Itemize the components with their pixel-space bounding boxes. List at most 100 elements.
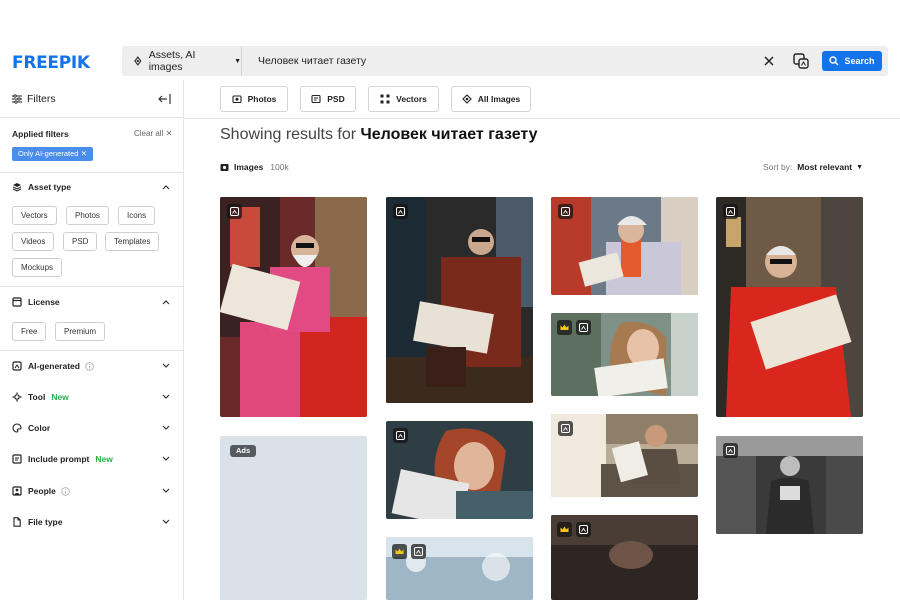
ads-badge: Ads xyxy=(230,445,257,457)
section-license[interactable]: License xyxy=(12,295,60,309)
new-badge: New xyxy=(95,454,113,464)
file-icon xyxy=(13,517,21,527)
section-label: People xyxy=(28,486,56,496)
asset-option-vectors[interactable]: Vectors xyxy=(12,206,57,225)
clear-all-button[interactable]: Clear all ✕ xyxy=(134,129,172,138)
new-badge: New xyxy=(51,392,69,402)
asset-option-icons[interactable]: Icons xyxy=(118,206,156,225)
section-label: Color xyxy=(28,423,51,433)
search-input[interactable] xyxy=(258,46,758,76)
active-filter-chip[interactable]: Only AI-generated ✕ xyxy=(12,147,93,161)
results-area: Photos PSD Vectors All Images Showing re… xyxy=(184,80,900,600)
chevron-up-icon[interactable] xyxy=(162,299,170,305)
tab-label: All Images xyxy=(477,94,521,104)
image-card[interactable] xyxy=(551,197,698,295)
info-icon[interactable] xyxy=(85,361,94,371)
tab-label: PSD xyxy=(327,94,345,104)
image-search-icon[interactable] xyxy=(792,52,810,70)
search-icon xyxy=(829,56,839,66)
info-icon[interactable] xyxy=(61,486,70,496)
clear-all-label: Clear all xyxy=(134,129,164,138)
asset-option-templates[interactable]: Templates xyxy=(105,232,160,251)
section-label: File type xyxy=(28,517,63,527)
image-card[interactable] xyxy=(386,537,533,600)
asset-option-mockups[interactable]: Mockups xyxy=(12,258,63,277)
tab-psd[interactable]: PSD xyxy=(300,86,356,112)
active-filter-label: Only AI-generated xyxy=(18,149,79,158)
image-card[interactable] xyxy=(716,436,863,534)
all-images-icon xyxy=(461,94,472,104)
sort-control: Sort by: Most relevant ▼ xyxy=(763,162,863,172)
section-color[interactable]: Color xyxy=(12,421,50,435)
thumbnail-image xyxy=(551,313,698,396)
asset-option-photos[interactable]: Photos xyxy=(66,206,109,225)
ai-generated-badge-icon xyxy=(393,428,408,443)
clear-search-icon[interactable] xyxy=(762,54,776,68)
prompt-icon xyxy=(12,454,22,464)
image-card[interactable] xyxy=(716,197,863,417)
section-label: AI-generated xyxy=(28,361,80,371)
tool-icon xyxy=(12,392,22,402)
vector-icon xyxy=(380,94,390,104)
section-include-prompt[interactable]: Include prompt New xyxy=(12,452,113,466)
image-card[interactable] xyxy=(551,414,698,497)
tab-photos[interactable]: Photos xyxy=(220,86,288,112)
palette-icon xyxy=(12,423,22,433)
top-header: FREEPIK Assets, AI images ▼ Человек чита… xyxy=(0,44,900,78)
psd-icon xyxy=(311,94,321,104)
collapse-sidebar-icon[interactable] xyxy=(158,93,171,105)
section-asset-type[interactable]: Asset type xyxy=(12,180,71,194)
close-icon: ✕ xyxy=(165,129,173,138)
divider xyxy=(0,350,183,351)
freepik-logo[interactable]: FREEPIK xyxy=(12,53,90,73)
image-card[interactable] xyxy=(551,515,698,600)
tab-label: Vectors xyxy=(396,94,427,104)
divider xyxy=(184,118,900,119)
thumbnail-image xyxy=(386,537,533,600)
thumbnail-image xyxy=(551,515,698,600)
image-card[interactable] xyxy=(386,421,533,519)
section-people[interactable]: People xyxy=(12,484,70,498)
chevron-down-icon[interactable] xyxy=(162,456,170,462)
ai-generated-badge-icon xyxy=(393,204,408,219)
ai-generated-badge-icon xyxy=(411,544,426,559)
section-ai-generated[interactable]: AI-generated xyxy=(12,359,94,373)
ad-card[interactable]: Ads xyxy=(220,436,367,600)
tab-vectors[interactable]: Vectors xyxy=(368,86,439,112)
ai-generated-badge-icon xyxy=(227,204,242,219)
search-button[interactable]: Search xyxy=(822,51,882,71)
chevron-down-icon[interactable] xyxy=(162,394,170,400)
tab-all-images[interactable]: All Images xyxy=(451,86,531,112)
section-label: Asset type xyxy=(28,182,71,192)
sort-select[interactable]: Most relevant xyxy=(797,162,852,172)
chevron-down-icon[interactable] xyxy=(162,363,170,369)
asset-type-select[interactable]: Assets, AI images ▼ xyxy=(122,46,242,76)
section-file-type[interactable]: File type xyxy=(12,515,62,529)
asset-option-psd[interactable]: PSD xyxy=(63,232,98,251)
chevron-up-icon[interactable] xyxy=(162,184,170,190)
license-option-premium[interactable]: Premium xyxy=(55,322,106,341)
results-heading: Showing results for Человек читает газет… xyxy=(220,126,538,144)
applied-filters-label: Applied filters xyxy=(12,129,69,139)
image-card[interactable] xyxy=(386,197,533,403)
ai-generated-icon xyxy=(12,361,22,371)
section-label: License xyxy=(28,297,60,307)
tab-label: Photos xyxy=(247,94,277,104)
divider xyxy=(0,172,183,173)
thumbnail-image xyxy=(551,414,698,497)
freepik-search-page: FREEPIK Assets, AI images ▼ Человек чита… xyxy=(0,0,900,600)
chevron-down-icon[interactable] xyxy=(162,425,170,431)
ai-generated-badge-icon xyxy=(576,320,591,335)
section-tool[interactable]: Tool New xyxy=(12,390,69,404)
asset-option-videos[interactable]: Videos xyxy=(12,232,55,251)
caret-down-icon: ▼ xyxy=(234,57,241,65)
license-option-free[interactable]: Free xyxy=(12,322,47,341)
chevron-down-icon[interactable] xyxy=(162,519,170,525)
section-label: Tool xyxy=(28,392,46,402)
filters-header: Filters xyxy=(0,80,183,118)
images-count: Images 100k xyxy=(220,162,289,172)
image-card[interactable] xyxy=(220,197,367,417)
image-card[interactable] xyxy=(551,313,698,396)
chevron-down-icon[interactable] xyxy=(162,488,170,494)
images-count-value: 100k xyxy=(270,162,289,172)
